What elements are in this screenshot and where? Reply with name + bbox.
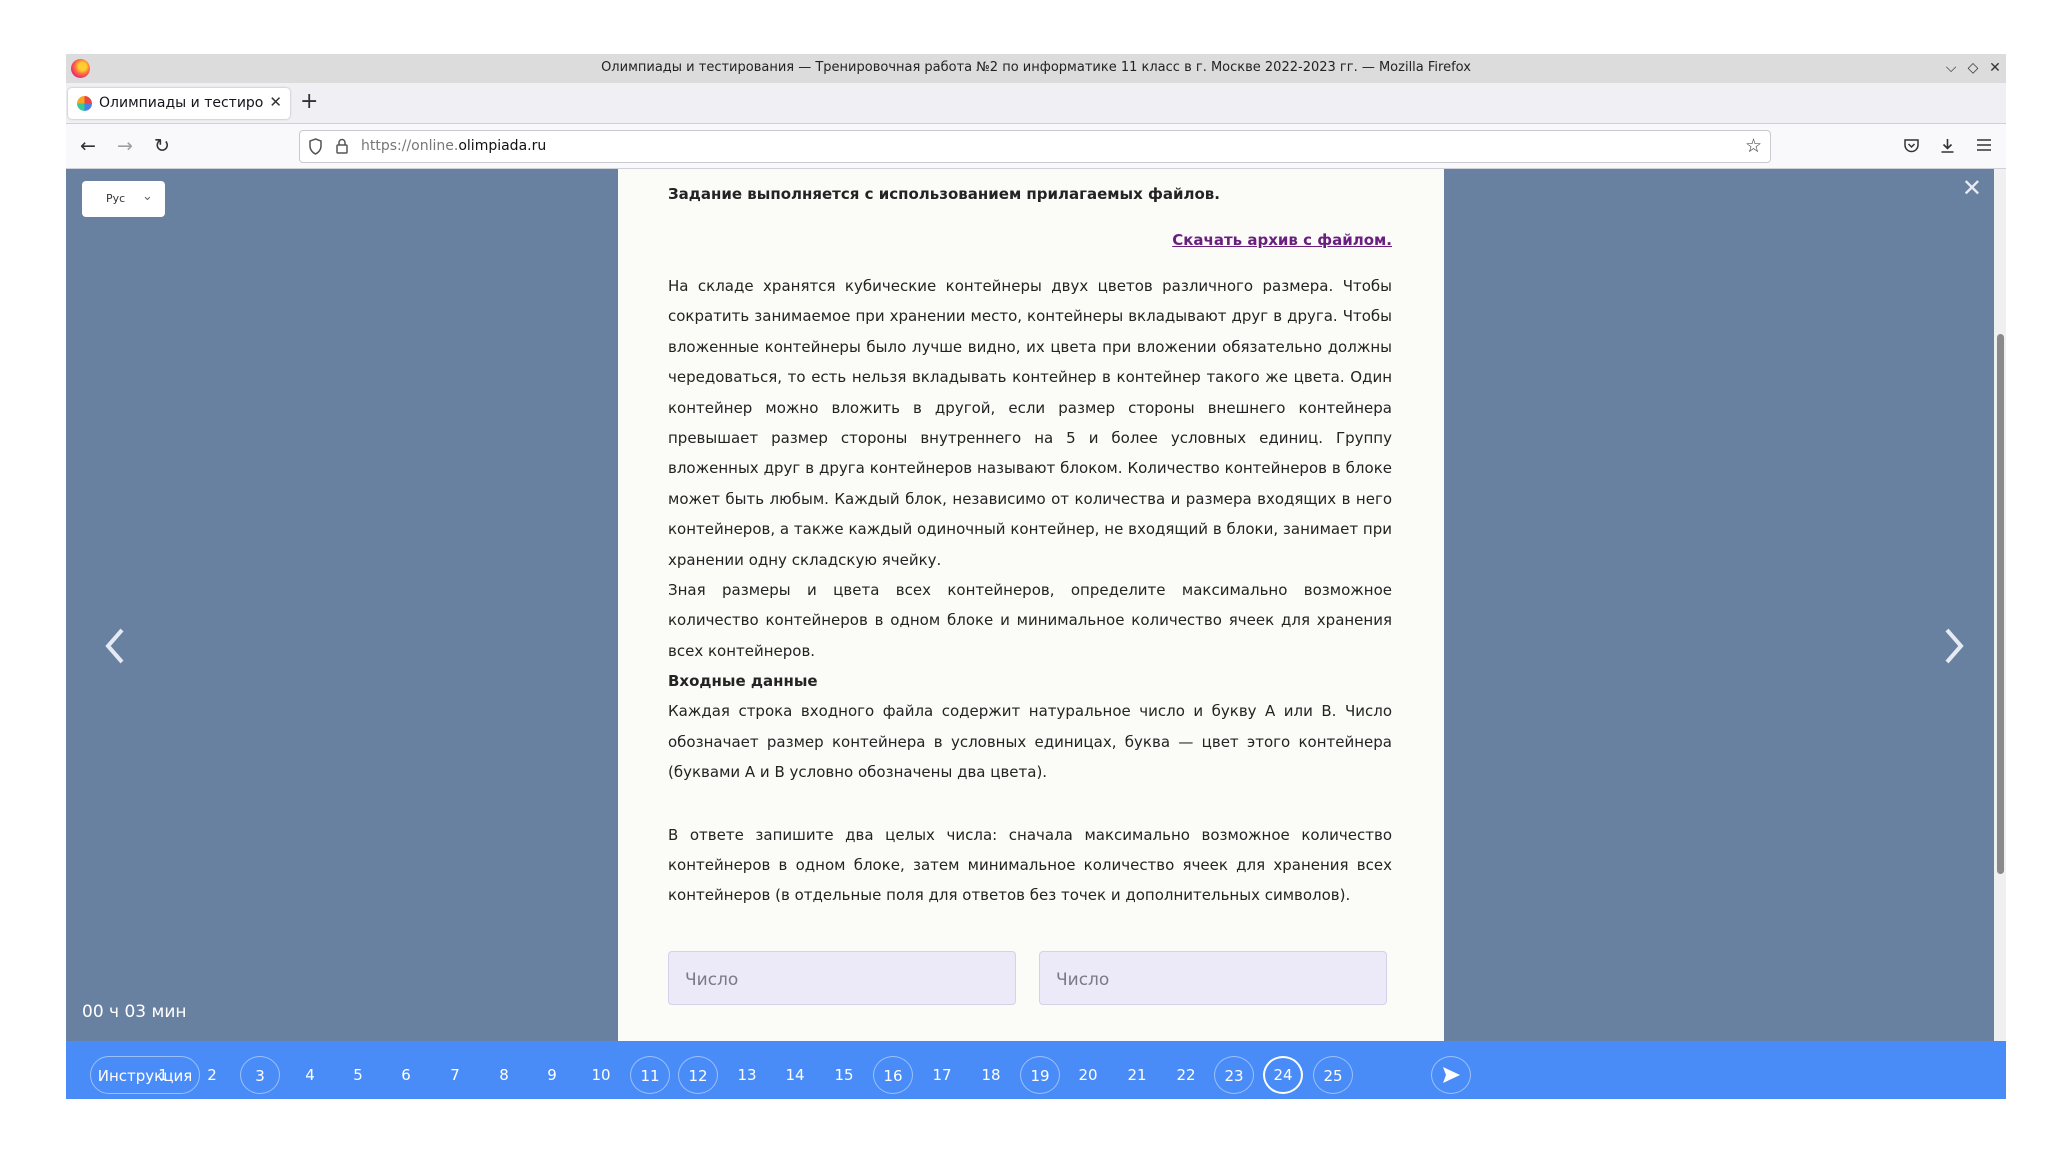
lock-icon[interactable] <box>335 138 349 155</box>
task-number-16[interactable]: 16 <box>873 1056 913 1094</box>
url-bar[interactable]: https://online.olimpiada.ru ☆ <box>299 130 1771 163</box>
task-navigation-footer: Инструкция 1 2 3 4 5 6 7 8 9 10 11 12 13 14 15 16 17 18 19… <box>66 1041 2006 1099</box>
new-tab-button[interactable]: + <box>300 90 318 114</box>
task-number-5[interactable]: 5 <box>338 1056 378 1094</box>
task-number-23[interactable]: 23 <box>1214 1056 1254 1094</box>
task-number-11[interactable]: 11 <box>630 1056 670 1094</box>
task-paragraph: В ответе запишите два целых числа: снача… <box>668 825 1392 905</box>
url-domain: olimpiada.ru <box>458 138 547 154</box>
tab-olimpiada[interactable]: Олимпиады и тестирования ✕ <box>68 88 290 119</box>
task-number-7[interactable]: 7 <box>435 1056 475 1094</box>
task-number-8[interactable]: 8 <box>484 1056 524 1094</box>
task-number-12[interactable]: 12 <box>678 1056 718 1094</box>
maximize-button[interactable]: ◇ <box>1963 58 1983 78</box>
pocket-icon[interactable] <box>1903 137 1920 154</box>
send-icon <box>1443 1067 1460 1083</box>
task-intro: Задание выполняется с использованием при… <box>668 185 1220 203</box>
bookmark-star-icon[interactable]: ☆ <box>1745 135 1762 157</box>
navigation-bar: ← → ↻ https://online.olimpiada.ru ☆ <box>66 124 2006 169</box>
close-window-button[interactable]: ✕ <box>1985 58 2005 78</box>
tab-close-button[interactable]: ✕ <box>269 93 282 111</box>
close-task-button[interactable]: ✕ <box>1962 174 1982 202</box>
prev-task-arrow-icon[interactable] <box>104 627 126 665</box>
answer-field-1[interactable]: Число <box>668 951 1016 1005</box>
task-paragraph: На складе хранятся кубические контейнеры… <box>668 277 1392 569</box>
scrollbar-thumb[interactable] <box>1997 334 2004 874</box>
task-text: Задание выполняется с использованием при… <box>668 179 1392 911</box>
timer: 00 ч 03 мин <box>82 1002 187 1022</box>
task-number-3[interactable]: 3 <box>240 1056 280 1094</box>
page-scrollbar[interactable] <box>1994 169 2006 1041</box>
task-number-1[interactable]: 1 <box>143 1056 183 1094</box>
task-paragraph: Каждая строка входного файла содержит на… <box>668 702 1392 782</box>
title-bar: Олимпиады и тестирования — Тренировочная… <box>66 54 2006 84</box>
task-number-22[interactable]: 22 <box>1166 1056 1206 1094</box>
task-number-4[interactable]: 4 <box>290 1056 330 1094</box>
task-paragraph: Зная размеры и цвета всех контейнеров, о… <box>668 581 1392 660</box>
download-icon[interactable] <box>1939 137 1956 154</box>
language-select[interactable]: Рус ⌄ <box>82 181 165 217</box>
download-link-row: Скачать архив с файлом. <box>668 225 1392 255</box>
task-panel: Задание выполняется с использованием при… <box>618 169 1444 1041</box>
site-favicon-icon <box>77 96 92 111</box>
answer-field-2[interactable]: Число <box>1039 951 1387 1005</box>
window-title: Олимпиады и тестирования — Тренировочная… <box>601 60 1471 75</box>
task-number-25[interactable]: 25 <box>1313 1056 1353 1094</box>
minimize-button[interactable]: ⌵ <box>1941 58 1961 78</box>
task-number-17[interactable]: 17 <box>922 1056 962 1094</box>
task-number-9[interactable]: 9 <box>532 1056 572 1094</box>
browser-window: Олимпиады и тестирования — Тренировочная… <box>66 54 2006 1099</box>
task-number-2[interactable]: 2 <box>192 1056 232 1094</box>
tab-title: Олимпиады и тестирования <box>99 95 264 111</box>
tab-strip: Олимпиады и тестирования ✕ + <box>66 83 2006 124</box>
answer-fields: Число Число <box>668 951 1394 1007</box>
task-number-19[interactable]: 19 <box>1020 1056 1060 1094</box>
url-text[interactable]: https://online.olimpiada.ru <box>361 138 546 154</box>
back-button[interactable]: ← <box>80 135 96 157</box>
next-task-arrow-icon[interactable] <box>1943 627 1965 665</box>
task-number-14[interactable]: 14 <box>775 1056 815 1094</box>
task-number-10[interactable]: 10 <box>581 1056 621 1094</box>
language-label: Рус <box>106 192 126 205</box>
task-number-6[interactable]: 6 <box>386 1056 426 1094</box>
reload-button[interactable]: ↻ <box>154 135 170 157</box>
task-number-15[interactable]: 15 <box>824 1056 864 1094</box>
menu-icon[interactable] <box>1976 138 1992 152</box>
input-data-heading: Входные данные <box>668 672 818 691</box>
url-prefix: https://online. <box>361 138 459 154</box>
task-number-24[interactable]: 24 <box>1263 1056 1303 1094</box>
task-number-18[interactable]: 18 <box>971 1056 1011 1094</box>
submit-button[interactable] <box>1431 1056 1471 1094</box>
task-number-13[interactable]: 13 <box>727 1056 767 1094</box>
download-archive-link[interactable]: Скачать архив с файлом. <box>1172 231 1392 249</box>
chevron-down-icon: ⌄ <box>142 189 153 204</box>
task-number-20[interactable]: 20 <box>1068 1056 1108 1094</box>
task-number-21[interactable]: 21 <box>1117 1056 1157 1094</box>
page-content: Рус ⌄ ✕ 00 ч 03 мин Задание выполняется … <box>66 169 2006 1099</box>
forward-button[interactable]: → <box>117 135 133 157</box>
tracking-shield-icon[interactable] <box>308 138 323 155</box>
